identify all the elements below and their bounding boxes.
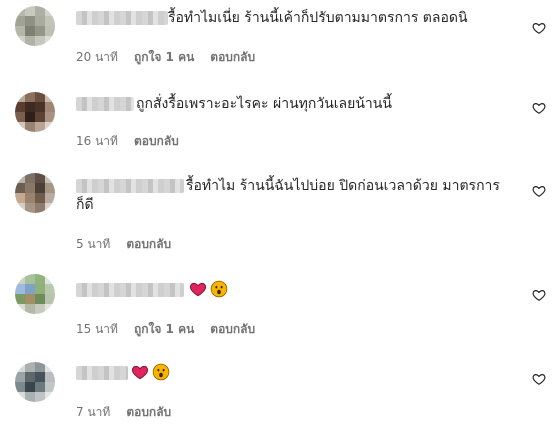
surprised-face-emoji — [152, 363, 170, 381]
comment-time[interactable]: 16 นาที — [76, 132, 118, 151]
reply-button[interactable]: ตอบกลับ — [210, 48, 255, 67]
comment-time[interactable]: 20 นาที — [76, 48, 118, 67]
heart-emoji — [131, 365, 149, 380]
comment-time[interactable]: 7 นาที — [76, 403, 110, 422]
like-heart-icon[interactable] — [532, 184, 546, 198]
comment-item: 15 นาที ถูกใจ 1 คน ตอบกลับ — [0, 270, 560, 342]
reply-button[interactable]: ตอบกลับ — [210, 320, 255, 339]
comment-item: รื้อทำไม ร้านนี้ฉันไปบ่อย ปิดก่อนเวลาด้ว… — [0, 170, 560, 256]
comment-emojis — [189, 279, 231, 299]
avatar[interactable] — [15, 362, 55, 402]
avatar[interactable] — [15, 173, 55, 213]
username-redacted[interactable] — [76, 11, 168, 25]
comment-text: รื้อทำไมเนี่ย ร้านนี้เค้าก็ปรับตามมาตรกา… — [168, 10, 468, 26]
likes-count-button[interactable]: ถูกใจ 1 คน — [134, 320, 194, 339]
comment-meta: 16 นาที ตอบกลับ — [76, 132, 179, 151]
reply-button[interactable]: ตอบกลับ — [134, 132, 179, 151]
avatar[interactable] — [15, 92, 55, 132]
likes-count-button[interactable]: ถูกใจ 1 คน — [134, 48, 194, 67]
heart-emoji — [189, 282, 207, 297]
comment-item: รื้อทำไมเนี่ย ร้านนี้เค้าก็ปรับตามมาตรกา… — [0, 0, 560, 72]
username-redacted[interactable] — [76, 366, 128, 380]
comment-meta: 5 นาที ตอบกลับ — [76, 235, 171, 254]
comment-meta: 15 นาที ถูกใจ 1 คน ตอบกลับ — [76, 320, 255, 339]
comment-text-continued: ก็ดี — [76, 197, 94, 213]
username-redacted[interactable] — [76, 97, 134, 111]
comment-text: รื้อทำไม ร้านนี้ฉันไปบ่อย ปิดก่อนเวลาด้ว… — [186, 178, 500, 194]
username-redacted[interactable] — [76, 283, 184, 297]
comment-time[interactable]: 15 นาที — [76, 320, 118, 339]
reply-button[interactable]: ตอบกลับ — [126, 403, 171, 422]
comment-text: ถูกสั่งรื้อเพราะอะไรคะ ผ่านทุกวันเลยน้าน… — [136, 96, 392, 112]
like-heart-icon[interactable] — [532, 372, 546, 386]
surprised-face-emoji — [210, 280, 228, 298]
comment-item: 7 นาที ตอบกลับ — [0, 356, 560, 426]
comment-item: ถูกสั่งรื้อเพราะอะไรคะ ผ่านทุกวันเลยน้าน… — [0, 86, 560, 156]
avatar[interactable] — [15, 274, 55, 314]
comment-meta: 7 นาที ตอบกลับ — [76, 403, 171, 422]
avatar[interactable] — [15, 6, 55, 46]
comment-meta: 20 นาที ถูกใจ 1 คน ตอบกลับ — [76, 48, 255, 67]
like-heart-icon[interactable] — [532, 101, 546, 115]
comment-time[interactable]: 5 นาที — [76, 235, 110, 254]
reply-button[interactable]: ตอบกลับ — [126, 235, 171, 254]
like-heart-icon[interactable] — [532, 21, 546, 35]
username-redacted[interactable] — [76, 179, 184, 193]
like-heart-icon[interactable] — [532, 288, 546, 302]
comment-emojis — [131, 362, 173, 382]
